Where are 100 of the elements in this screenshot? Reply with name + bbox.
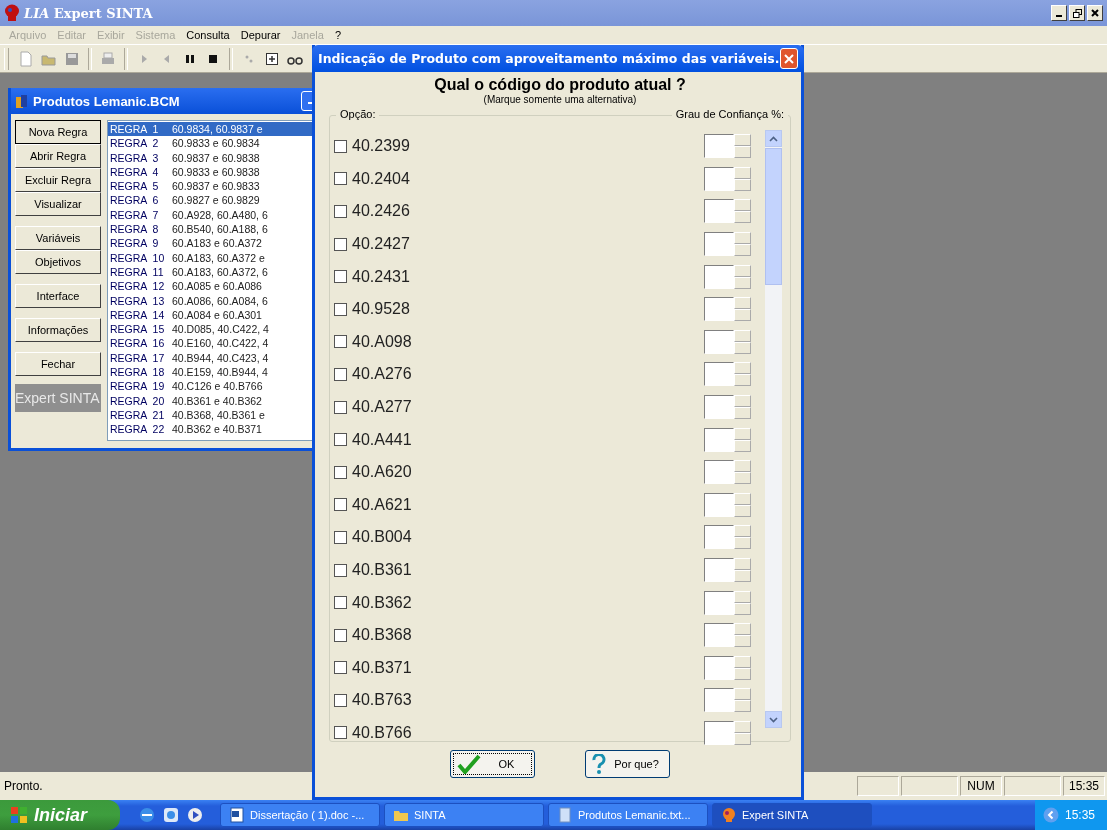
- checkbox[interactable]: [334, 270, 347, 284]
- checkbox[interactable]: [334, 661, 347, 675]
- scrollbar-thumb[interactable]: [765, 148, 782, 285]
- rule-command-button[interactable]: Informações: [15, 318, 101, 342]
- media-player-icon[interactable]: [186, 806, 204, 824]
- rule-row[interactable]: REGRA 13 60.A086, 60.A084, 6: [108, 293, 314, 308]
- rule-row[interactable]: REGRA 8 60.B540, 60.A188, 6: [108, 222, 314, 237]
- rule-command-button[interactable]: Variáveis: [15, 226, 101, 250]
- confidence-field[interactable]: [704, 721, 734, 745]
- rules-list[interactable]: [107, 120, 315, 441]
- confidence-field[interactable]: [704, 590, 734, 615]
- checkbox[interactable]: [334, 498, 347, 512]
- rule-row[interactable]: REGRA 4 60.9833 e 60.9838: [108, 164, 314, 180]
- ok-button[interactable]: OK: [450, 750, 535, 778]
- vertical-scrollbar[interactable]: [765, 130, 782, 728]
- spin-buttons[interactable]: [734, 525, 751, 550]
- rule-row[interactable]: REGRA 7 60.A928, 60.A480, 6: [108, 207, 314, 223]
- checkbox[interactable]: [334, 139, 347, 153]
- option-checkbox[interactable]: 40.B763: [334, 691, 412, 710]
- checkbox[interactable]: [334, 693, 347, 707]
- checkbox[interactable]: [334, 596, 347, 610]
- spin-buttons[interactable]: [734, 623, 751, 648]
- option-checkbox[interactable]: 40.B371: [334, 658, 412, 677]
- rule-row[interactable]: REGRA 14 60.A084 e 60.A301: [108, 307, 314, 323]
- close-button[interactable]: [1087, 5, 1103, 21]
- menu-item[interactable]: Depurar: [235, 29, 286, 41]
- rule-row[interactable]: REGRA 21 40.B368, 40.B361 e: [108, 407, 314, 423]
- taskbar-task[interactable]: SINTA: [384, 803, 544, 827]
- rule-row[interactable]: REGRA 11 60.A183, 60.A372, 6: [108, 264, 314, 280]
- confidence-field[interactable]: [704, 199, 734, 224]
- rule-command-button[interactable]: Excluir Regra: [15, 168, 101, 192]
- confidence-field[interactable]: [704, 166, 734, 191]
- spin-buttons[interactable]: [734, 655, 751, 680]
- confidence-field[interactable]: [704, 297, 734, 322]
- rule-row[interactable]: REGRA 20 40.B361 e 40.B362: [108, 393, 314, 408]
- checkbox[interactable]: [334, 433, 347, 447]
- confidence-field[interactable]: [704, 362, 734, 387]
- spin-buttons[interactable]: [734, 362, 751, 387]
- rule-row[interactable]: REGRA 10 60.A183, 60.A372 e: [108, 250, 314, 265]
- rule-row[interactable]: REGRA 15 40.D085, 40.C422, 4: [108, 322, 314, 337]
- option-checkbox[interactable]: 40.A276: [334, 365, 412, 384]
- rule-row[interactable]: REGRA 1 60.9834, 60.9837 e: [108, 122, 314, 137]
- checkbox[interactable]: [334, 400, 347, 414]
- confidence-field[interactable]: [704, 427, 734, 452]
- spin-buttons[interactable]: [734, 427, 751, 452]
- rule-row[interactable]: REGRA 2 60.9833 e 60.9834: [108, 136, 314, 151]
- spin-buttons[interactable]: [734, 721, 751, 745]
- rule-command-button[interactable]: Abrir Regra: [15, 144, 101, 168]
- checkbox[interactable]: [334, 726, 347, 740]
- confidence-field[interactable]: [704, 134, 734, 159]
- option-checkbox[interactable]: 40.B004: [334, 528, 412, 547]
- checkbox[interactable]: [334, 237, 347, 251]
- checkbox[interactable]: [334, 302, 347, 316]
- rule-row[interactable]: REGRA 16 40.E160, 40.C422, 4: [108, 336, 314, 351]
- confidence-field[interactable]: [704, 525, 734, 550]
- spin-buttons[interactable]: [734, 590, 751, 615]
- menu-item[interactable]: Consulta: [181, 29, 235, 41]
- checkbox[interactable]: [334, 628, 347, 642]
- rule-command-button[interactable]: Visualizar: [15, 192, 101, 216]
- spin-buttons[interactable]: [734, 558, 751, 582]
- option-checkbox[interactable]: 40.A098: [334, 332, 412, 351]
- rule-row[interactable]: REGRA 18 40.E159, 40.B944, 4: [108, 365, 314, 380]
- checkbox[interactable]: [334, 335, 347, 349]
- rule-row[interactable]: REGRA 5 60.9837 e 60.9833: [108, 179, 314, 194]
- checkbox[interactable]: [334, 367, 347, 381]
- option-checkbox[interactable]: 40.B368: [334, 626, 412, 645]
- confidence-field[interactable]: [704, 623, 734, 648]
- option-checkbox[interactable]: 40.2426: [334, 202, 410, 221]
- option-checkbox[interactable]: 40.B362: [334, 593, 412, 612]
- confidence-field[interactable]: [704, 395, 734, 420]
- minimize-button[interactable]: [1051, 5, 1067, 21]
- checkbox[interactable]: [334, 530, 347, 544]
- confidence-field[interactable]: [704, 329, 734, 354]
- spin-buttons[interactable]: [734, 199, 751, 224]
- spin-buttons[interactable]: [734, 395, 751, 420]
- spin-buttons[interactable]: [734, 460, 751, 485]
- option-checkbox[interactable]: 40.2427: [334, 235, 410, 254]
- option-checkbox[interactable]: 40.B766: [334, 724, 412, 742]
- spin-buttons[interactable]: [734, 329, 751, 354]
- rule-command-button[interactable]: Fechar: [15, 352, 101, 376]
- rule-command-button[interactable]: Nova Regra: [15, 120, 101, 144]
- rule-row[interactable]: REGRA 3 60.9837 e 60.9838: [108, 150, 314, 165]
- confidence-field[interactable]: [704, 688, 734, 713]
- spin-buttons[interactable]: [734, 264, 751, 289]
- rule-row[interactable]: REGRA 17 40.B944, 40.C423, 4: [108, 350, 314, 366]
- option-checkbox[interactable]: 40.A441: [334, 430, 412, 449]
- option-checkbox[interactable]: 40.A620: [334, 463, 412, 482]
- confidence-field[interactable]: [704, 558, 734, 582]
- confidence-field[interactable]: [704, 460, 734, 485]
- spin-buttons[interactable]: [734, 134, 751, 159]
- rule-row[interactable]: REGRA 6 60.9827 e 60.9829: [108, 193, 314, 208]
- rule-row[interactable]: REGRA 9 60.A183 e 60.A372: [108, 236, 314, 251]
- spin-buttons[interactable]: [734, 297, 751, 322]
- confidence-field[interactable]: [704, 492, 734, 517]
- spin-buttons[interactable]: [734, 232, 751, 257]
- checkbox[interactable]: [334, 563, 347, 577]
- restore-button[interactable]: [1069, 5, 1085, 21]
- rule-row[interactable]: REGRA 22 40.B362 e 40.B371: [108, 422, 314, 437]
- confidence-field[interactable]: [704, 232, 734, 257]
- option-checkbox[interactable]: 40.A621: [334, 495, 412, 514]
